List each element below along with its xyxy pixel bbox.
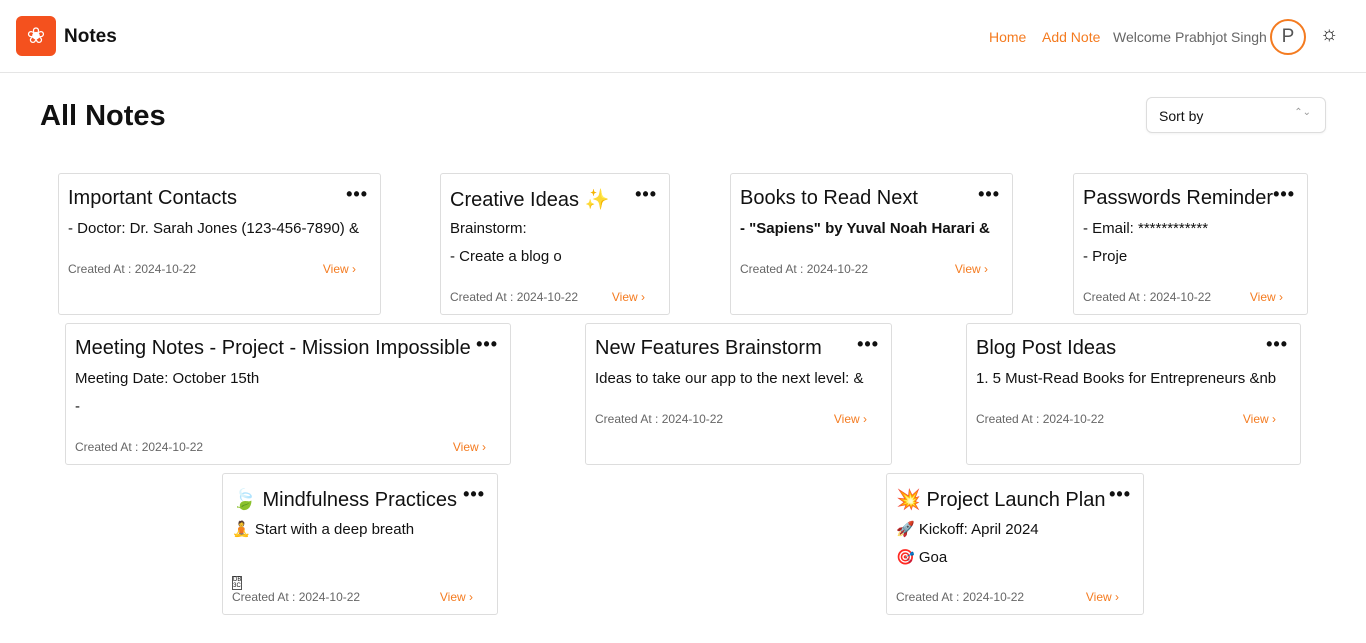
view-link[interactable]: View › [955,262,988,276]
chevron-updown-icon: ⌃⌄ [1294,107,1311,118]
view-label: View [322,262,349,276]
note-line: - Create a blog o [450,248,562,265]
more-options-icon[interactable]: ••• [476,334,498,355]
note-title: Books to Read Next [740,187,918,209]
brand-name[interactable]: Notes [64,26,117,48]
note-title: Blog Post Ideas [976,337,1117,359]
note-line: - Doctor: Dr. Sarah Jones (123-456-7890)… [68,220,359,237]
more-options-icon[interactable]: ••• [978,184,1000,205]
missing-glyph-icon: DB 3C [232,576,242,590]
note-card: 🍃 Mindfulness Practices ••• 🧘 Start with a… [222,473,498,615]
logo-icon[interactable]: ❀ [16,16,56,56]
view-label: View [611,290,638,304]
note-card: Important Contacts ••• - Doctor: Dr. Sarah… [58,173,381,315]
created-date: Created At : 2024-10-22 [740,262,869,276]
note-title: Important Contacts [68,187,237,209]
note-title: New Features Brainstorm [595,337,822,359]
note-line: DB 3C [232,574,242,591]
view-link[interactable]: View › [1243,412,1276,426]
view-label: View [439,590,466,604]
view-link[interactable]: View › [440,590,473,604]
created-date: Created At : 2024-10-22 [450,290,579,304]
note-line: 1. 5 Must-Read Books for Entrepreneurs &… [976,370,1277,387]
note-line: - Email: ************ [1083,220,1209,237]
note-card: 💥 Project Launch Plan ••• 🚀 Kickoff: April… [886,473,1144,615]
view-link[interactable]: View › [1250,290,1283,304]
view-label: View [452,440,479,454]
nav-add-note-link[interactable]: Add Note [1042,29,1100,45]
created-date: Created At : 2024-10-22 [1083,290,1212,304]
chevron-right-icon: › [1115,590,1119,604]
created-date: Created At : 2024-10-22 [232,590,361,604]
view-label: View [1085,590,1112,604]
chevron-right-icon: › [984,262,988,276]
note-line: - [75,398,80,415]
view-label: View [954,262,981,276]
note-line: 🎯 Goa [896,549,948,566]
view-link[interactable]: View › [1086,590,1119,604]
page-title: All Notes [40,100,166,132]
sort-select[interactable]: Sort by ⌃⌄ [1146,97,1326,133]
more-options-icon[interactable]: ••• [1109,484,1131,505]
more-options-icon[interactable]: ••• [635,184,657,205]
view-label: View [1242,412,1269,426]
chevron-right-icon: › [352,262,356,276]
note-title: Creative Ideas ✨ [450,189,610,211]
note-title: Meeting Notes - Project - Mission Imposs… [75,337,471,359]
created-date: Created At : 2024-10-22 [896,590,1025,604]
chevron-right-icon: › [1272,412,1276,426]
created-date: Created At : 2024-10-22 [595,412,724,426]
view-label: View [833,412,860,426]
sun-icon[interactable]: ☼ [1320,23,1338,46]
created-date: Created At : 2024-10-22 [75,440,204,454]
view-link[interactable]: View › [323,262,356,276]
chevron-right-icon: › [482,440,486,454]
note-card: Blog Post Ideas ••• 1. 5 Must-Read Books f… [966,323,1301,465]
nav-home-link[interactable]: Home [989,29,1026,45]
note-title: Passwords Reminder [1083,187,1274,209]
view-link[interactable]: View › [834,412,867,426]
view-label: View [1249,290,1276,304]
chevron-right-icon: › [641,290,645,304]
view-link[interactable]: View › [612,290,645,304]
avatar[interactable]: P [1270,19,1306,55]
more-options-icon[interactable]: ••• [463,484,485,505]
chevron-right-icon: › [1279,290,1283,304]
more-options-icon[interactable]: ••• [857,334,879,355]
sort-label: Sort by [1159,108,1204,124]
view-link[interactable]: View › [453,440,486,454]
created-date: Created At : 2024-10-22 [976,412,1105,426]
note-card: Books to Read Next ••• - "Sapiens" by Yuva… [730,173,1013,315]
note-card: New Features Brainstorm ••• Ideas to take … [585,323,892,465]
created-date: Created At : 2024-10-22 [68,262,197,276]
note-title: 🍃 Mindfulness Practices [232,489,457,511]
note-card: Passwords Reminder ••• - Email: **********… [1073,173,1308,315]
note-card: Meeting Notes - Project - Mission Imposs… [65,323,511,465]
note-title: 💥 Project Launch Plan [896,489,1106,511]
more-options-icon[interactable]: ••• [346,184,368,205]
more-options-icon[interactable]: ••• [1273,184,1295,205]
note-line: 🧘 Start with a deep breath [232,521,415,538]
note-line: - "Sapiens" by Yuval Noah Harari & [740,220,990,237]
more-options-icon[interactable]: ••• [1266,334,1288,355]
note-line: 🚀 Kickoff: April 2024 [896,521,1039,538]
note-line: Meeting Date: October 15th [75,370,260,387]
chevron-right-icon: › [863,412,867,426]
chevron-right-icon: › [469,590,473,604]
welcome-text: Welcome Prabhjot Singh [1113,29,1267,45]
navbar: ❀ Notes Home Add Note Welcome Prabhjot S… [0,0,1366,73]
note-line: - Proje [1083,248,1128,265]
note-line: Ideas to take our app to the next level:… [595,370,864,387]
note-line: Brainstorm: [450,220,527,237]
note-card: Creative Ideas ✨ ••• Brainstorm: - Create a… [440,173,670,315]
